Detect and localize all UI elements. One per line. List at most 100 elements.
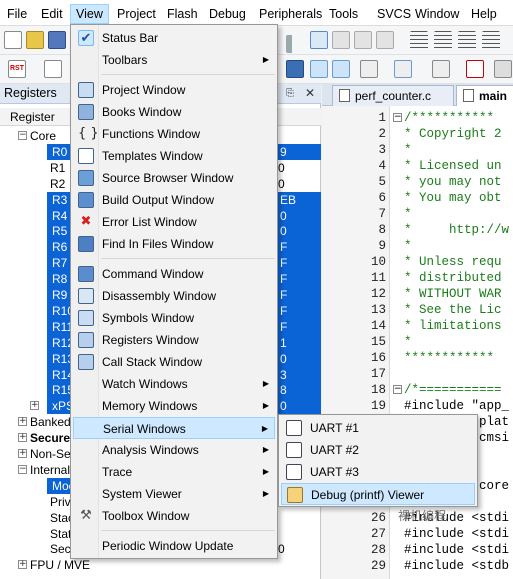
fold-collapse-icon[interactable]: −	[393, 113, 402, 122]
menu-item-status-bar[interactable]: ✔ Status Bar	[73, 27, 275, 49]
tab-main[interactable]: main	[456, 85, 513, 106]
expand-icon[interactable]: +	[18, 433, 27, 443]
bookmark-prev-icon[interactable]	[332, 31, 350, 49]
menu-item-serial-windows[interactable]: Serial Windows ▶	[73, 417, 275, 439]
expand-icon[interactable]: +	[18, 449, 27, 458]
menu-item-templates-window[interactable]: Templates Window	[73, 145, 275, 167]
code-line[interactable]: * WITHOUT WAR	[404, 286, 502, 302]
bookmark-clear-icon[interactable]	[376, 31, 394, 49]
menu-tools[interactable]: Tools	[324, 4, 363, 24]
register-name: Banked	[30, 415, 71, 430]
code-line[interactable]: /***********	[404, 110, 494, 126]
system-viewer-icon[interactable]	[494, 60, 512, 78]
serial-window-dropdown-icon[interactable]	[394, 60, 412, 78]
menu-item-analysis-windows[interactable]: Analysis Windows ▶	[73, 439, 275, 461]
new-file-icon[interactable]	[4, 31, 22, 49]
stop-build-icon[interactable]	[286, 60, 304, 78]
menu-item-label: Command Window	[102, 267, 204, 281]
fold-collapse-icon[interactable]: −	[393, 385, 402, 394]
menu-window[interactable]: Window	[410, 4, 464, 24]
pin-icon[interactable]: ⎘	[286, 88, 294, 99]
submenu-item-uart-2[interactable]: UART #2	[281, 439, 475, 461]
menu-item-source-browser-window[interactable]: Source Browser Window	[73, 167, 275, 189]
code-line[interactable]: * You may obt	[404, 190, 502, 206]
submenu-item-uart-1[interactable]: UART #1	[281, 417, 475, 439]
unindent-icon[interactable]	[434, 31, 452, 49]
menu-item-books-window[interactable]: Books Window	[73, 101, 275, 123]
menu-debug[interactable]: Debug	[204, 4, 251, 24]
code-line[interactable]: * you may not	[404, 174, 502, 190]
close-icon[interactable]: ✕	[305, 86, 315, 100]
code-line[interactable]: /*===========	[404, 382, 502, 398]
code-line[interactable]: * Licensed un	[404, 158, 502, 174]
code-line[interactable]: ************	[404, 350, 494, 366]
submenu-item-debug-printf-viewer[interactable]: Debug (printf) Viewer	[281, 483, 475, 505]
code-line[interactable]: *	[404, 334, 412, 350]
menu-item-project-window[interactable]: Project Window	[73, 79, 275, 101]
reset-icon[interactable]: RST	[8, 60, 26, 78]
disassembly-toggle-icon[interactable]	[332, 60, 350, 78]
menu-bar: File Edit View Project Flash Debug Peripherals…	[0, 0, 513, 26]
analysis-dropdown-icon[interactable]	[432, 60, 450, 78]
run-icon[interactable]	[44, 60, 62, 78]
bookmark-next-icon[interactable]	[354, 31, 372, 49]
menu-edit[interactable]: Edit	[36, 4, 68, 24]
menu-item-symbols-window[interactable]: Symbols Window	[73, 307, 275, 329]
code-line[interactable]: *	[404, 206, 412, 222]
bookmark-icon[interactable]	[310, 31, 328, 49]
open-folder-icon[interactable]	[26, 31, 44, 49]
submenu-item-uart-3[interactable]: UART #3	[281, 461, 475, 483]
command-window-toggle-icon[interactable]	[310, 60, 328, 78]
menu-item-trace[interactable]: Trace ▶	[73, 461, 275, 483]
menu-peripherals[interactable]: Peripherals	[254, 4, 327, 24]
menu-item-command-window[interactable]: Command Window	[73, 263, 275, 285]
register-row[interactable]: + FPU / MVE	[0, 557, 321, 573]
expand-icon[interactable]: +	[18, 417, 27, 427]
menu-item-build-output-window[interactable]: Build Output Window	[73, 189, 275, 211]
code-line[interactable]: * http://w	[404, 222, 509, 238]
save-icon[interactable]	[48, 31, 66, 49]
menu-item-system-viewer[interactable]: System Viewer ▶	[73, 483, 275, 505]
nav-forward-icon[interactable]	[286, 35, 298, 53]
code-line[interactable]: *	[404, 238, 412, 254]
collapse-icon[interactable]: −	[18, 464, 27, 474]
code-line[interactable]: * limitations	[404, 318, 502, 334]
tab-perf-counter[interactable]: perf_counter.c	[332, 85, 454, 106]
menu-item-periodic-window-update[interactable]: Periodic Window Update	[73, 535, 275, 557]
register-name: R2	[50, 176, 66, 191]
menu-flash[interactable]: Flash	[162, 4, 203, 24]
menu-item-disassembly-window[interactable]: Disassembly Window	[73, 285, 275, 307]
expand-icon[interactable]: +	[18, 560, 27, 570]
menu-item-registers-window[interactable]: Registers Window	[73, 329, 275, 351]
uncomment-icon[interactable]	[482, 31, 500, 49]
code-line[interactable]: #include "app_	[404, 398, 509, 414]
symbols-toggle-icon[interactable]	[360, 60, 378, 78]
indent-icon[interactable]	[410, 31, 428, 49]
code-line[interactable]: * Unless requ	[404, 254, 502, 270]
code-line[interactable]: * distributed	[404, 270, 502, 286]
menu-file[interactable]: File	[2, 4, 32, 24]
menu-item-toolbox-window[interactable]: ⚒ Toolbox Window	[73, 505, 275, 527]
menu-item-watch-windows[interactable]: Watch Windows ▶	[73, 373, 275, 395]
code-line[interactable]: #include <stdi	[404, 526, 509, 542]
menu-item-memory-windows[interactable]: Memory Windows ▶	[73, 395, 275, 417]
trace-dropdown-icon[interactable]	[466, 60, 484, 78]
tab-label: main	[479, 89, 508, 103]
menu-view[interactable]: View	[70, 4, 109, 24]
collapse-icon[interactable]: −	[18, 131, 27, 140]
code-line[interactable]: *	[404, 142, 412, 158]
menu-item-functions-window[interactable]: { } Functions Window	[73, 123, 275, 145]
code-line[interactable]: * Copyright 2	[404, 126, 502, 142]
code-line[interactable]: #include <stdi	[404, 542, 509, 558]
submenu-arrow-icon: ▶	[262, 379, 269, 388]
menu-project[interactable]: Project	[112, 4, 161, 24]
menu-item-error-list-window[interactable]: ✖ Error List Window	[73, 211, 275, 233]
code-line[interactable]: * See the Lic	[404, 302, 502, 318]
menu-item-toolbars[interactable]: Toolbars ▶	[73, 49, 275, 71]
menu-item-call-stack-window[interactable]: Call Stack Window	[73, 351, 275, 373]
code-line[interactable]: #include <stdb	[404, 558, 509, 574]
menu-item-find-in-files-window[interactable]: Find In Files Window	[73, 233, 275, 255]
expand-icon[interactable]: +	[30, 401, 39, 411]
comment-icon[interactable]	[458, 31, 476, 49]
menu-help[interactable]: Help	[466, 4, 502, 24]
